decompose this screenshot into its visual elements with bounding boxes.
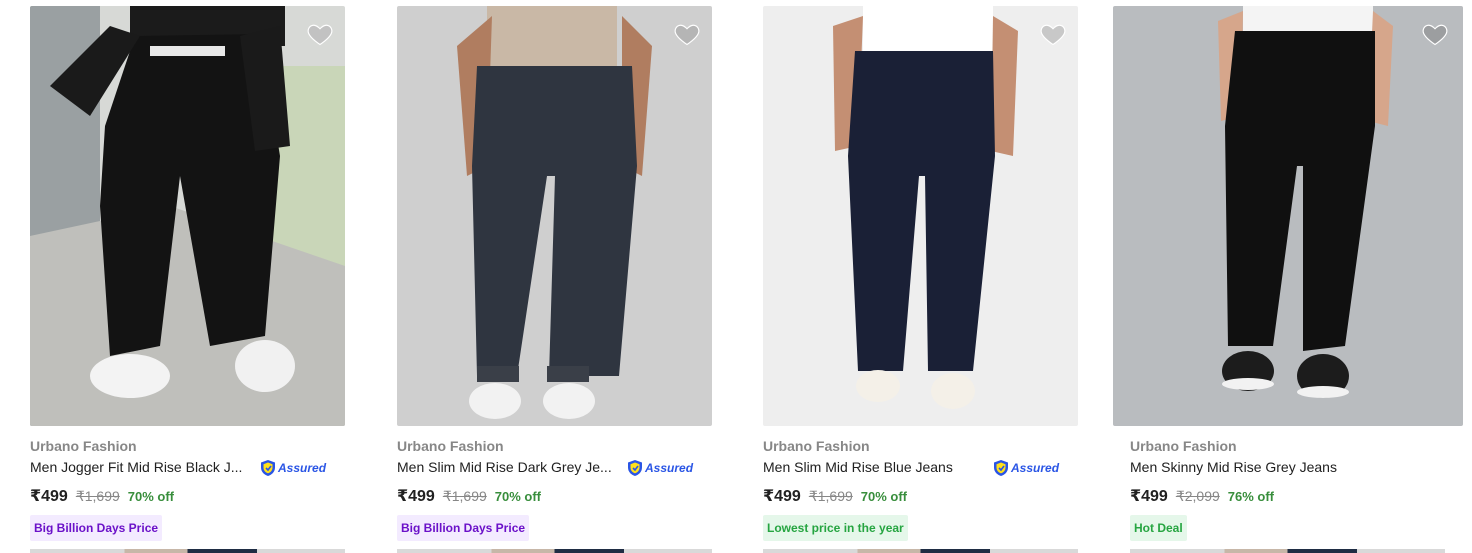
flipkart-assured-shield-icon [628, 460, 642, 476]
product-title[interactable]: Men Skinny Mid Rise Grey Jeans [1130, 459, 1430, 475]
heart-icon[interactable] [1038, 20, 1068, 48]
assured-badge: Assured [993, 458, 1059, 478]
product-title[interactable]: Men Slim Mid Rise Blue Jeans [763, 459, 991, 475]
original-price: ₹2,099 [1175, 488, 1220, 504]
product-card[interactable]: Urbano Fashion Men Slim Mid Rise Blue Je… [763, 0, 1113, 553]
product-card[interactable]: Urbano Fashion Men Slim Mid Rise Dark Gr… [397, 0, 747, 553]
discount-percent: 70% off [127, 489, 175, 504]
price-row: ₹499 ₹1,699 70% off [30, 486, 174, 506]
discount-percent: 76% off [1227, 489, 1275, 504]
next-row-image-edge [763, 549, 1078, 553]
price-row: ₹499 ₹2,099 76% off [1130, 486, 1274, 506]
selling-price: ₹499 [30, 488, 68, 505]
heart-icon[interactable] [1420, 20, 1450, 48]
product-image[interactable] [30, 6, 345, 426]
assured-label: Assured [645, 461, 694, 475]
assured-badge: Assured [260, 458, 326, 478]
selling-price: ₹499 [763, 488, 801, 505]
assured-label: Assured [278, 461, 327, 475]
selling-price: ₹499 [1130, 488, 1168, 505]
assured-badge: Assured [627, 458, 693, 478]
product-title[interactable]: Men Jogger Fit Mid Rise Black J... [30, 459, 258, 475]
deal-badge: Big Billion Days Price [30, 515, 163, 541]
next-row-image-edge [1130, 549, 1445, 553]
original-price: ₹1,699 [442, 488, 487, 504]
flipkart-assured-shield-icon [261, 460, 275, 476]
price-row: ₹499 ₹1,699 70% off [763, 486, 907, 506]
deal-badge: Hot Deal [1130, 515, 1187, 541]
product-image[interactable] [763, 6, 1078, 426]
next-row-image-edge [30, 549, 345, 553]
selling-price: ₹499 [397, 488, 435, 505]
discount-percent: 70% off [860, 489, 908, 504]
product-title[interactable]: Men Slim Mid Rise Dark Grey Je... [397, 459, 625, 475]
original-price: ₹1,699 [75, 488, 120, 504]
deal-badge: Big Billion Days Price [397, 515, 530, 541]
brand-name: Urbano Fashion [1130, 438, 1237, 454]
product-card[interactable]: Urbano Fashion Men Jogger Fit Mid Rise B… [30, 0, 380, 553]
product-card[interactable]: Urbano Fashion Men Skinny Mid Rise Grey … [1113, 0, 1463, 553]
flipkart-assured-shield-icon [994, 460, 1008, 476]
next-row-image-edge [397, 549, 712, 553]
product-image[interactable] [1113, 6, 1463, 426]
product-image[interactable] [397, 6, 712, 426]
original-price: ₹1,699 [808, 488, 853, 504]
heart-icon[interactable] [305, 20, 335, 48]
assured-label: Assured [1011, 461, 1060, 475]
heart-icon[interactable] [672, 20, 702, 48]
price-row: ₹499 ₹1,699 70% off [397, 486, 541, 506]
discount-percent: 70% off [494, 489, 542, 504]
brand-name: Urbano Fashion [763, 438, 870, 454]
brand-name: Urbano Fashion [397, 438, 504, 454]
brand-name: Urbano Fashion [30, 438, 137, 454]
deal-badge: Lowest price in the year [763, 515, 908, 541]
